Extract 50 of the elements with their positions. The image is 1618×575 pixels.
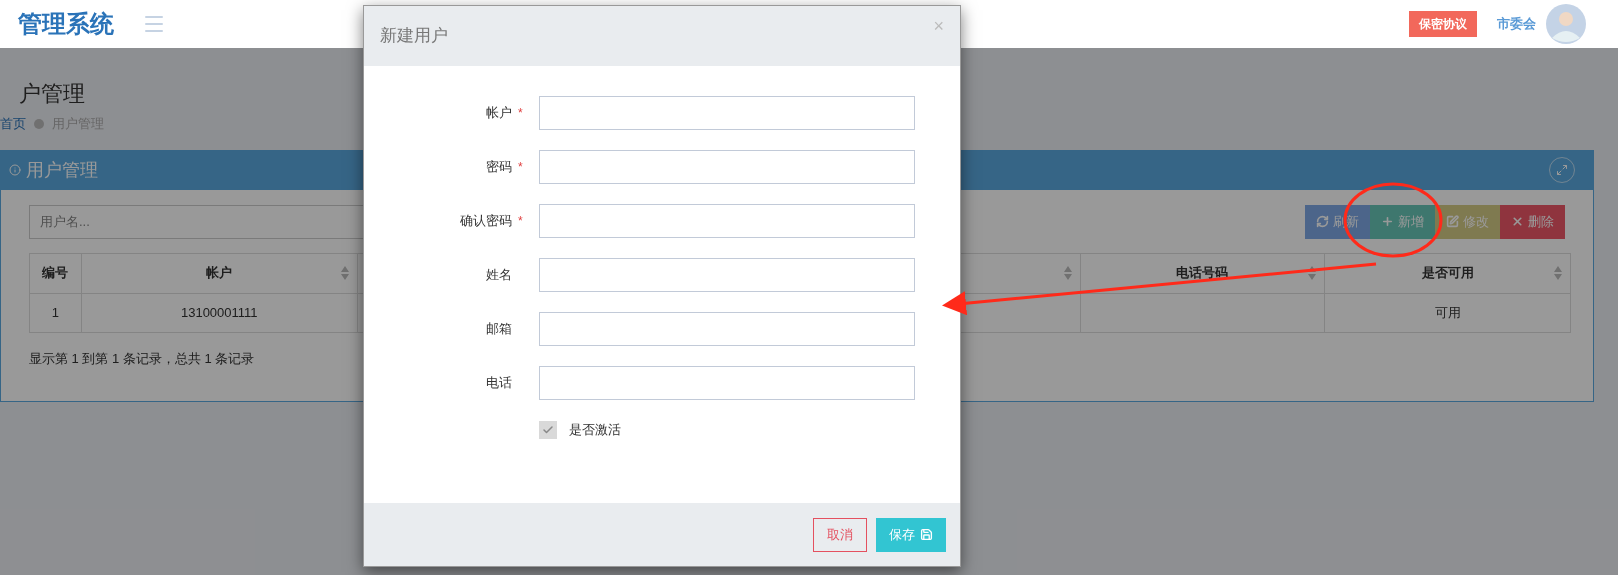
page-title: 户管理 bbox=[19, 80, 86, 108]
input-field[interactable] bbox=[539, 96, 915, 130]
save-icon bbox=[920, 528, 933, 541]
input-field[interactable] bbox=[539, 204, 915, 238]
input-field[interactable] bbox=[539, 150, 915, 184]
field-label: 邮箱 bbox=[485, 320, 512, 339]
edit-button[interactable]: 修改 bbox=[1435, 204, 1500, 239]
sort-icon bbox=[1063, 266, 1072, 280]
cancel-button[interactable]: 取消 bbox=[813, 517, 867, 552]
sort-icon bbox=[1308, 266, 1317, 280]
info-icon bbox=[9, 164, 21, 176]
check-icon bbox=[542, 423, 554, 436]
user-name[interactable]: 市委会 bbox=[1497, 14, 1536, 34]
close-button[interactable]: × bbox=[933, 17, 944, 35]
input-field[interactable] bbox=[539, 258, 915, 292]
dialog-title: 新建用户 bbox=[380, 25, 448, 48]
field-label: 确认密码 bbox=[459, 212, 512, 231]
save-button[interactable]: 保存 bbox=[876, 517, 946, 552]
column-header[interactable]: 是否可用 bbox=[1325, 253, 1570, 293]
field-label: 帐户 bbox=[485, 104, 512, 123]
notice-button[interactable]: 保密协议 bbox=[1409, 11, 1477, 37]
add-button[interactable]: 新增 bbox=[1370, 204, 1435, 239]
expand-icon bbox=[1556, 164, 1568, 176]
checkbox[interactable] bbox=[539, 420, 557, 439]
table-cell: 1 bbox=[30, 293, 82, 332]
refresh-icon bbox=[1316, 215, 1329, 228]
table-cell: 13100001111 bbox=[81, 293, 358, 332]
close-icon bbox=[1511, 215, 1524, 228]
column-header[interactable]: 帐户 bbox=[81, 253, 358, 293]
required-mark: * bbox=[518, 105, 523, 122]
input-field[interactable] bbox=[539, 366, 915, 400]
panel-title: 用户管理 bbox=[26, 158, 98, 182]
field-label: 姓名 bbox=[485, 266, 512, 285]
avatar[interactable] bbox=[1546, 4, 1586, 44]
app-title: 管理系统 bbox=[18, 9, 115, 39]
plus-icon bbox=[1381, 215, 1394, 228]
input-field[interactable] bbox=[539, 312, 915, 346]
column-header: 编号 bbox=[30, 253, 82, 293]
checkbox-label: 是否激活 bbox=[569, 421, 621, 439]
delete-button[interactable]: 删除 bbox=[1500, 204, 1565, 239]
required-mark: * bbox=[518, 213, 523, 230]
pagination-info: 显示第 1 到第 1 条记录，总共 1 条记录 bbox=[29, 349, 256, 368]
sort-icon bbox=[340, 266, 349, 280]
breadcrumb-item[interactable]: 首页 bbox=[0, 114, 26, 134]
table-cell-text: 可用 bbox=[1433, 303, 1462, 322]
sort-icon bbox=[1554, 266, 1562, 280]
required-mark: * bbox=[518, 159, 523, 176]
edit-icon bbox=[1446, 215, 1459, 228]
field-label: 密码 bbox=[485, 158, 512, 177]
field-label: 电话 bbox=[485, 374, 512, 393]
